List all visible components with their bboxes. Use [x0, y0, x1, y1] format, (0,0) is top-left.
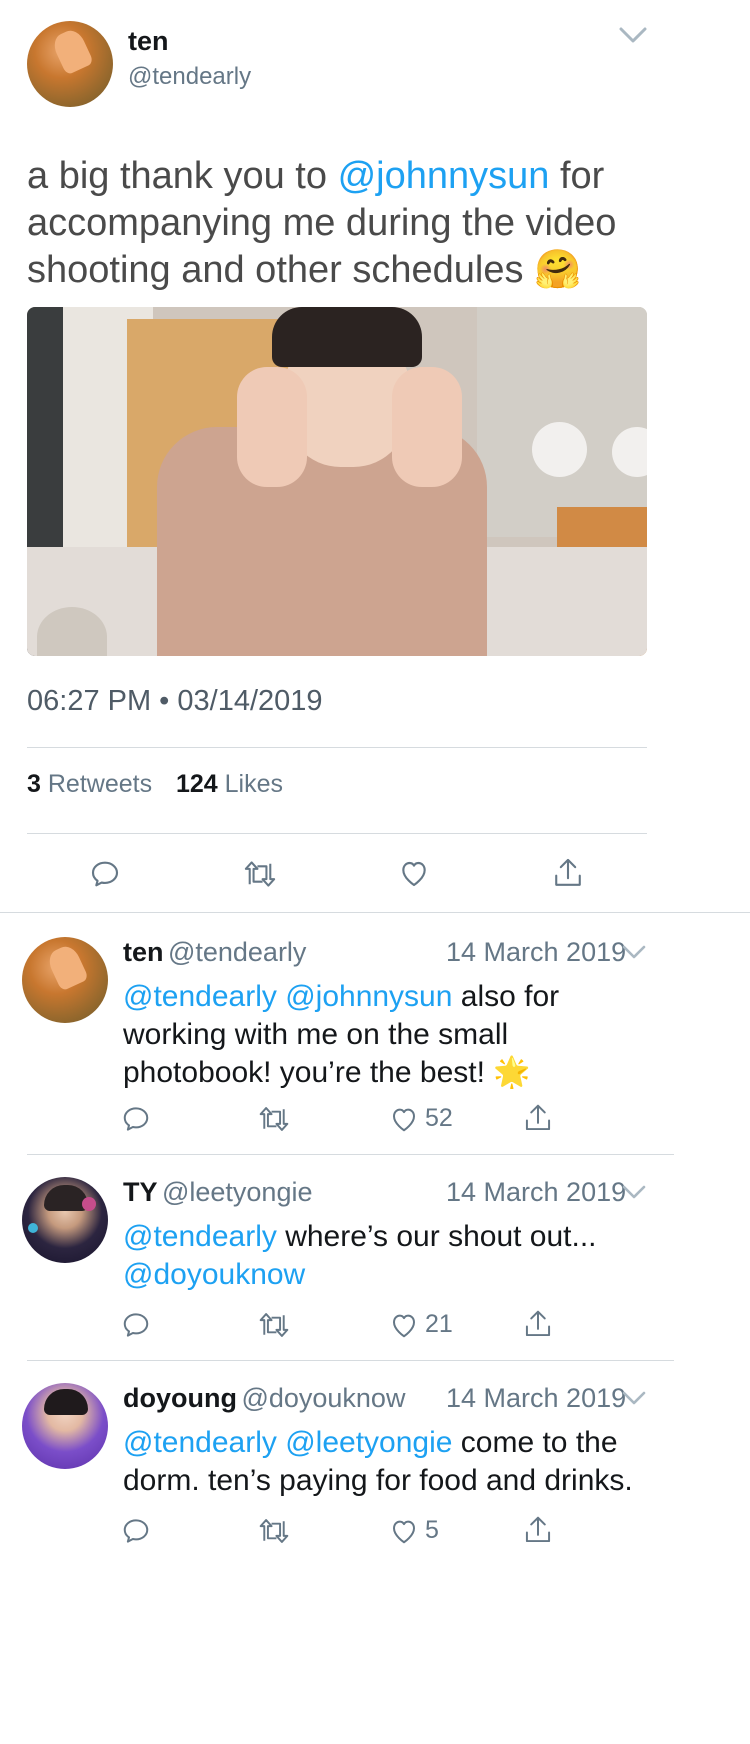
reply-icon	[123, 1519, 149, 1543]
like-button[interactable]	[398, 858, 430, 888]
reply-mentions[interactable]: @tendearly @leetyongie	[123, 1426, 452, 1459]
divider	[27, 833, 647, 834]
reply-header: TY @leetyongie	[123, 1177, 312, 1208]
reply-header: ten @tendearly	[123, 937, 306, 968]
retweet-icon	[259, 1107, 289, 1131]
likes-label[interactable]: Likes	[225, 770, 283, 798]
share-icon	[555, 858, 581, 886]
reply-text: @tendearly where’s our shout out... @doy…	[123, 1218, 653, 1294]
like-icon	[393, 1108, 415, 1131]
reply-author-name[interactable]: doyoung	[123, 1383, 237, 1413]
share-icon	[525, 1104, 551, 1131]
like-count: 52	[425, 1104, 453, 1132]
author-handle[interactable]: @tendearly	[128, 63, 251, 91]
retweet-button[interactable]	[242, 858, 278, 890]
reply-author-name[interactable]: ten	[123, 937, 164, 967]
reply-mention-2[interactable]: @doyouknow	[123, 1258, 305, 1291]
reply-date: 14 March 2019	[446, 1177, 627, 1207]
chevron-down-icon[interactable]	[621, 1388, 647, 1413]
mention-link[interactable]: @johnnysun	[338, 155, 550, 197]
retweet-button[interactable]	[257, 1516, 291, 1546]
like-icon	[402, 861, 426, 887]
like-count: 21	[425, 1310, 453, 1338]
like-icon	[393, 1520, 415, 1543]
share-icon	[525, 1516, 551, 1543]
like-button[interactable]: 52	[389, 1104, 453, 1133]
avatar-ten[interactable]	[22, 937, 108, 1023]
likes-count[interactable]: 124	[176, 770, 218, 798]
share-button[interactable]	[523, 1102, 553, 1134]
retweets-label[interactable]: Retweets	[48, 770, 152, 798]
share-button[interactable]	[523, 1308, 553, 1340]
chevron-down-icon[interactable]	[621, 1182, 647, 1207]
avatar-ten[interactable]	[27, 21, 113, 107]
retweet-button[interactable]	[257, 1310, 291, 1340]
reply-body: where’s our shout out...	[276, 1220, 597, 1253]
like-icon	[393, 1314, 415, 1337]
reply-author-handle[interactable]: @doyouknow	[241, 1383, 405, 1413]
chevron-down-icon[interactable]	[618, 24, 648, 51]
reply-icon	[123, 1107, 149, 1131]
avatar-doyoung[interactable]	[22, 1383, 108, 1469]
reply-mentions[interactable]: @tendearly	[123, 1220, 277, 1253]
reply-text: @tendearly @johnnysun also for working w…	[123, 978, 653, 1092]
divider	[27, 1360, 674, 1361]
retweet-icon	[259, 1519, 289, 1543]
retweets-count[interactable]: 3	[27, 770, 41, 798]
author-name[interactable]: ten	[128, 26, 169, 57]
reply-button[interactable]	[121, 1516, 151, 1546]
reply-text: @tendearly @leetyongie come to the dorm.…	[123, 1424, 653, 1500]
reply-icon	[91, 861, 119, 887]
share-button[interactable]	[552, 856, 584, 890]
divider	[0, 912, 750, 913]
reply-button[interactable]	[89, 858, 121, 890]
glowing-star-emoji: 🌟	[493, 1056, 531, 1089]
share-icon	[525, 1310, 551, 1337]
retweet-icon	[244, 861, 276, 887]
share-button[interactable]	[523, 1514, 553, 1546]
retweet-icon	[259, 1313, 289, 1337]
hugging-emoji: 🤗	[534, 249, 582, 291]
retweet-button[interactable]	[257, 1104, 291, 1134]
timestamp[interactable]: 06:27 PM • 03/14/2019	[27, 685, 323, 718]
reply-icon	[123, 1313, 149, 1337]
reply-date: 14 March 2019	[446, 1383, 627, 1413]
reply-author-handle[interactable]: @tendearly	[168, 937, 306, 967]
engagement-stats: 3 Retweets 124 Likes	[27, 770, 283, 799]
like-button[interactable]: 5	[389, 1516, 439, 1545]
avatar-ty[interactable]	[22, 1177, 108, 1263]
reply-button[interactable]	[121, 1310, 151, 1340]
like-button[interactable]: 21	[389, 1310, 453, 1339]
reply-button[interactable]	[121, 1104, 151, 1134]
tweet-text: a big thank you to @johnnysun for accomp…	[27, 153, 677, 294]
chevron-down-icon[interactable]	[621, 942, 647, 967]
like-count: 5	[425, 1516, 439, 1544]
reply-author-name[interactable]: TY	[123, 1177, 158, 1207]
divider	[27, 1154, 674, 1155]
reply-date: 14 March 2019	[446, 937, 627, 967]
reply-header: doyoung @doyouknow	[123, 1383, 405, 1414]
tweet-text-prefix: a big thank you to	[27, 155, 338, 197]
tweet-photo[interactable]	[27, 307, 647, 656]
reply-mentions[interactable]: @tendearly @johnnysun	[123, 980, 452, 1013]
divider	[27, 747, 647, 748]
reply-author-handle[interactable]: @leetyongie	[162, 1177, 313, 1207]
